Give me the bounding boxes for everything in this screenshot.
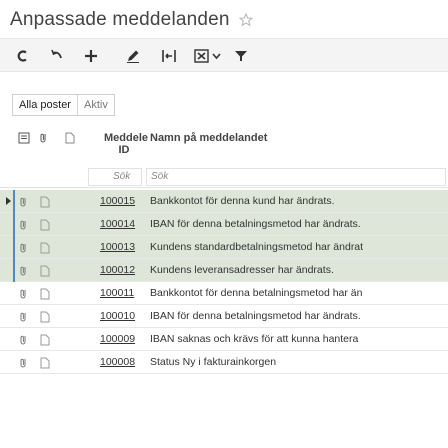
filter-icon[interactable] bbox=[232, 47, 250, 65]
name-filter-input[interactable]: Sök bbox=[146, 168, 446, 186]
message-id-link[interactable]: 100015 bbox=[100, 195, 135, 207]
current-row-marker-icon bbox=[6, 197, 11, 205]
column-notes-icon[interactable] bbox=[18, 131, 30, 149]
notes-icon[interactable] bbox=[19, 218, 30, 236]
table-row[interactable]: 100012 Kundens leveransadresser har ändra… bbox=[0, 259, 448, 282]
message-name: IBAN saknas och krävs för att kunna hant… bbox=[150, 333, 359, 345]
message-id-link[interactable]: 100008 bbox=[100, 356, 135, 368]
grid-sum-icon[interactable] bbox=[160, 47, 178, 65]
message-id-link[interactable]: 100012 bbox=[100, 264, 135, 276]
selection-indicator bbox=[13, 190, 15, 282]
favorite-star-icon[interactable] bbox=[238, 12, 253, 27]
table-row[interactable]: 100008 Status Ny i fakturainkorgen bbox=[0, 351, 448, 374]
table-row[interactable]: 100014 IBAN för denna betalningsmetod har… bbox=[0, 213, 448, 236]
add-icon[interactable] bbox=[82, 47, 100, 65]
filter-row: Sök Sök bbox=[0, 166, 448, 188]
document-icon[interactable] bbox=[40, 287, 50, 305]
message-name: IBAN för denna betalningsmetod har ändra… bbox=[150, 218, 361, 230]
page-header: Anpassade meddelanden bbox=[10, 6, 253, 34]
column-document-icon[interactable] bbox=[65, 131, 75, 149]
message-name: Kundens standardbetalningsmetod har ändr… bbox=[150, 241, 364, 253]
excel-export-icon[interactable] bbox=[194, 47, 224, 65]
table-row[interactable]: 100011 Bankkontot för denna betalningsmet… bbox=[0, 282, 448, 305]
undo-icon[interactable] bbox=[48, 47, 66, 65]
tab-active[interactable]: Aktiv bbox=[78, 95, 114, 115]
message-id-link[interactable]: 100014 bbox=[100, 218, 135, 230]
document-icon[interactable] bbox=[40, 218, 50, 236]
id-filter-input[interactable]: Sök bbox=[88, 168, 142, 186]
document-icon[interactable] bbox=[40, 333, 50, 351]
table-row[interactable]: 100010 IBAN för denna betalningsmetod har… bbox=[0, 305, 448, 328]
document-icon[interactable] bbox=[40, 195, 50, 213]
edit-icon[interactable] bbox=[124, 47, 142, 65]
message-name: Bankkontot för denna kund har ändrats. bbox=[150, 195, 335, 207]
copy-icon[interactable] bbox=[14, 47, 32, 65]
document-icon[interactable] bbox=[40, 241, 50, 259]
message-name: Status Ny i fakturainkorgen bbox=[150, 356, 277, 368]
view-tabs: Alla poster Aktiv bbox=[12, 94, 115, 116]
notes-icon[interactable] bbox=[19, 287, 30, 305]
toolbar bbox=[0, 38, 448, 72]
message-name: Bankkontot för denna betalningsmetod har… bbox=[150, 287, 363, 299]
page-title: Anpassade meddelanden bbox=[10, 9, 230, 30]
message-id-link[interactable]: 100010 bbox=[100, 310, 135, 322]
notes-icon[interactable] bbox=[19, 195, 30, 213]
document-icon[interactable] bbox=[40, 264, 50, 282]
notes-icon[interactable] bbox=[19, 241, 30, 259]
document-icon[interactable] bbox=[40, 356, 50, 374]
column-files-icon[interactable] bbox=[39, 131, 50, 149]
message-name: Kundens leveransadresser har ändrats. bbox=[150, 264, 334, 276]
message-id-link[interactable]: 100009 bbox=[100, 333, 135, 345]
notes-icon[interactable] bbox=[19, 310, 30, 328]
table-row[interactable]: 100009 IBAN saknas och krävs för att kunn… bbox=[0, 328, 448, 351]
table-row[interactable]: 100015 Bankkontot för denna kund har ändr… bbox=[0, 190, 448, 213]
document-icon[interactable] bbox=[40, 310, 50, 328]
notes-icon[interactable] bbox=[19, 333, 30, 351]
tab-all-records[interactable]: Alla poster bbox=[13, 95, 78, 115]
notes-icon[interactable] bbox=[19, 264, 30, 282]
grid-header: Meddele ID Namn på meddelandet bbox=[0, 128, 448, 164]
notes-icon[interactable] bbox=[19, 356, 30, 374]
message-id-link[interactable]: 100013 bbox=[100, 241, 135, 253]
message-id-link[interactable]: 100011 bbox=[100, 287, 134, 299]
message-name: IBAN för denna betalningsmetod har ändra… bbox=[150, 310, 361, 322]
table-row[interactable]: 100013 Kundens standardbetalningsmetod ha… bbox=[0, 236, 448, 259]
column-header-message-id[interactable]: Meddele ID bbox=[104, 132, 148, 156]
column-header-message-name[interactable]: Namn på meddelandet bbox=[150, 132, 267, 144]
